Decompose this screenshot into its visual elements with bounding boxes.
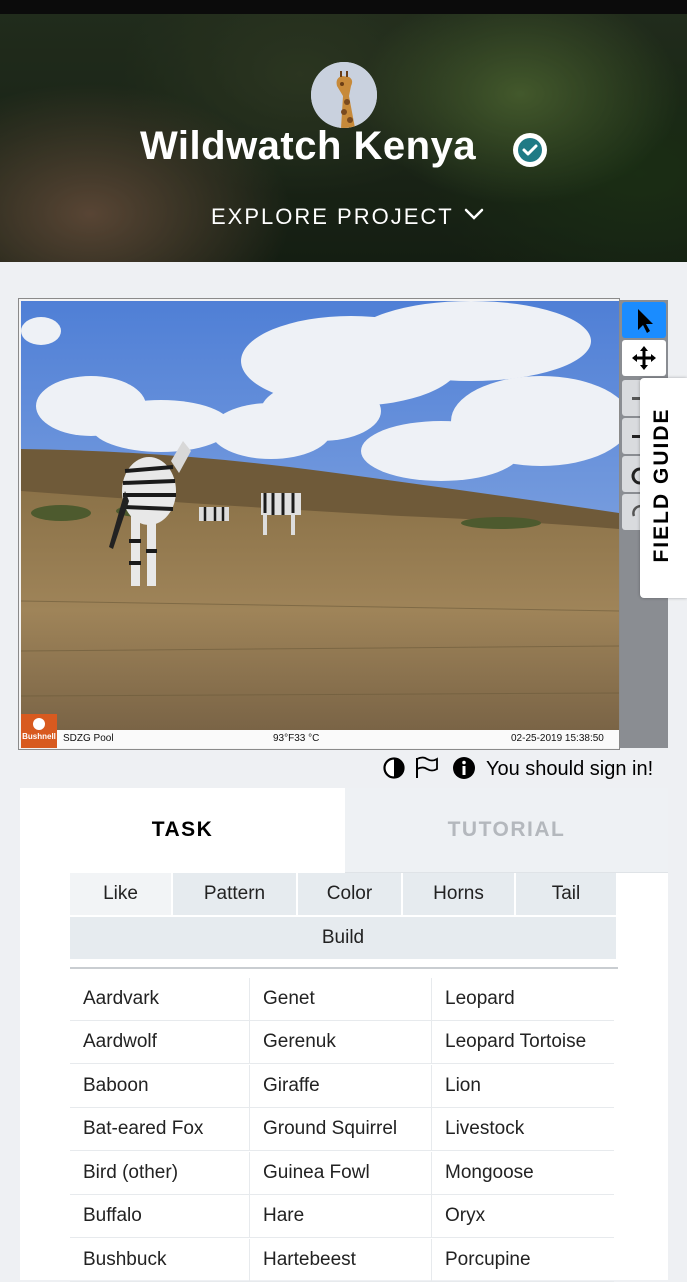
chevron-down-icon[interactable] (464, 207, 484, 226)
subject-meta-toolbar: You should sign in! (380, 756, 670, 782)
camera-trap-image[interactable] (21, 301, 619, 730)
species-aardwolf[interactable]: Aardwolf (70, 1021, 250, 1064)
field-guide-button[interactable]: FIELD GUIDE (640, 378, 687, 598)
field-guide-label: FIELD GUIDE (650, 407, 673, 563)
filter-build[interactable]: Build (70, 917, 616, 959)
tab-tutorial[interactable]: TUTORIAL (345, 788, 668, 873)
filter-color[interactable]: Color (298, 873, 401, 915)
invert-icon[interactable] (382, 756, 406, 780)
filter-horns[interactable]: Horns (403, 873, 514, 915)
pointer-tool-button[interactable] (622, 302, 666, 338)
species-guinea-fowl[interactable]: Guinea Fowl (250, 1152, 432, 1195)
species-porcupine[interactable]: Porcupine (432, 1239, 614, 1282)
sign-in-prompt[interactable]: You should sign in! (486, 758, 653, 781)
project-title: Wildwatch Kenya (140, 124, 477, 168)
tab-task[interactable]: TASK (20, 788, 345, 872)
classification-panel: TASK TUTORIAL Like Pattern Color Horns T… (20, 788, 668, 1282)
species-ground-squirrel[interactable]: Ground Squirrel (250, 1108, 432, 1151)
filter-divider (70, 967, 618, 969)
species-livestock[interactable]: Livestock (432, 1108, 614, 1151)
species-lion[interactable]: Lion (432, 1065, 614, 1108)
species-bushbuck[interactable]: Bushbuck (70, 1239, 250, 1282)
species-gerenuk[interactable]: Gerenuk (250, 1021, 432, 1064)
explore-project-button[interactable]: EXPLORE PROJECT (211, 204, 454, 230)
camera-brand-mark (33, 718, 45, 730)
species-hare[interactable]: Hare (250, 1195, 432, 1238)
species-mongoose[interactable]: Mongoose (432, 1152, 614, 1195)
species-oryx[interactable]: Oryx (432, 1195, 614, 1238)
bushnell-logo: Bushnell (21, 714, 57, 748)
subject-viewer[interactable]: Bushnell SDZG Pool 93°F33 °C 02-25-2019 … (18, 298, 620, 750)
species-baboon[interactable]: Baboon (70, 1065, 250, 1108)
giraffe-avatar-icon (311, 62, 377, 128)
species-genet[interactable]: Genet (250, 978, 432, 1021)
filter-like[interactable]: Like (70, 873, 171, 915)
species-bird-other[interactable]: Bird (other) (70, 1152, 250, 1195)
camera-info-bar: Bushnell SDZG Pool 93°F33 °C 02-25-2019 … (21, 714, 619, 748)
species-leopard-tortoise[interactable]: Leopard Tortoise (432, 1021, 614, 1064)
project-header: Wildwatch Kenya EXPLORE PROJECT (0, 14, 687, 262)
filter-pattern[interactable]: Pattern (173, 873, 296, 915)
species-aardvark[interactable]: Aardvark (70, 978, 250, 1021)
camera-location: SDZG Pool (63, 733, 114, 744)
status-bar (0, 0, 687, 14)
move-tool-button[interactable] (622, 340, 666, 376)
species-hartebeest[interactable]: Hartebeest (250, 1239, 432, 1282)
species-buffalo[interactable]: Buffalo (70, 1195, 250, 1238)
species-leopard[interactable]: Leopard (432, 978, 614, 1021)
camera-temperature: 93°F33 °C (273, 733, 320, 744)
species-bat-eared-fox[interactable]: Bat-eared Fox (70, 1108, 250, 1151)
camera-brand: Bushnell (22, 732, 56, 741)
check-badge-icon (513, 133, 547, 167)
camera-timestamp: 02-25-2019 15:38:50 (511, 733, 604, 744)
project-avatar[interactable] (311, 62, 377, 128)
move-icon (632, 346, 656, 370)
info-icon[interactable] (452, 756, 476, 780)
filter-tail[interactable]: Tail (516, 873, 616, 915)
flag-icon[interactable] (414, 756, 440, 780)
species-giraffe[interactable]: Giraffe (250, 1065, 432, 1108)
pointer-icon (638, 309, 653, 333)
